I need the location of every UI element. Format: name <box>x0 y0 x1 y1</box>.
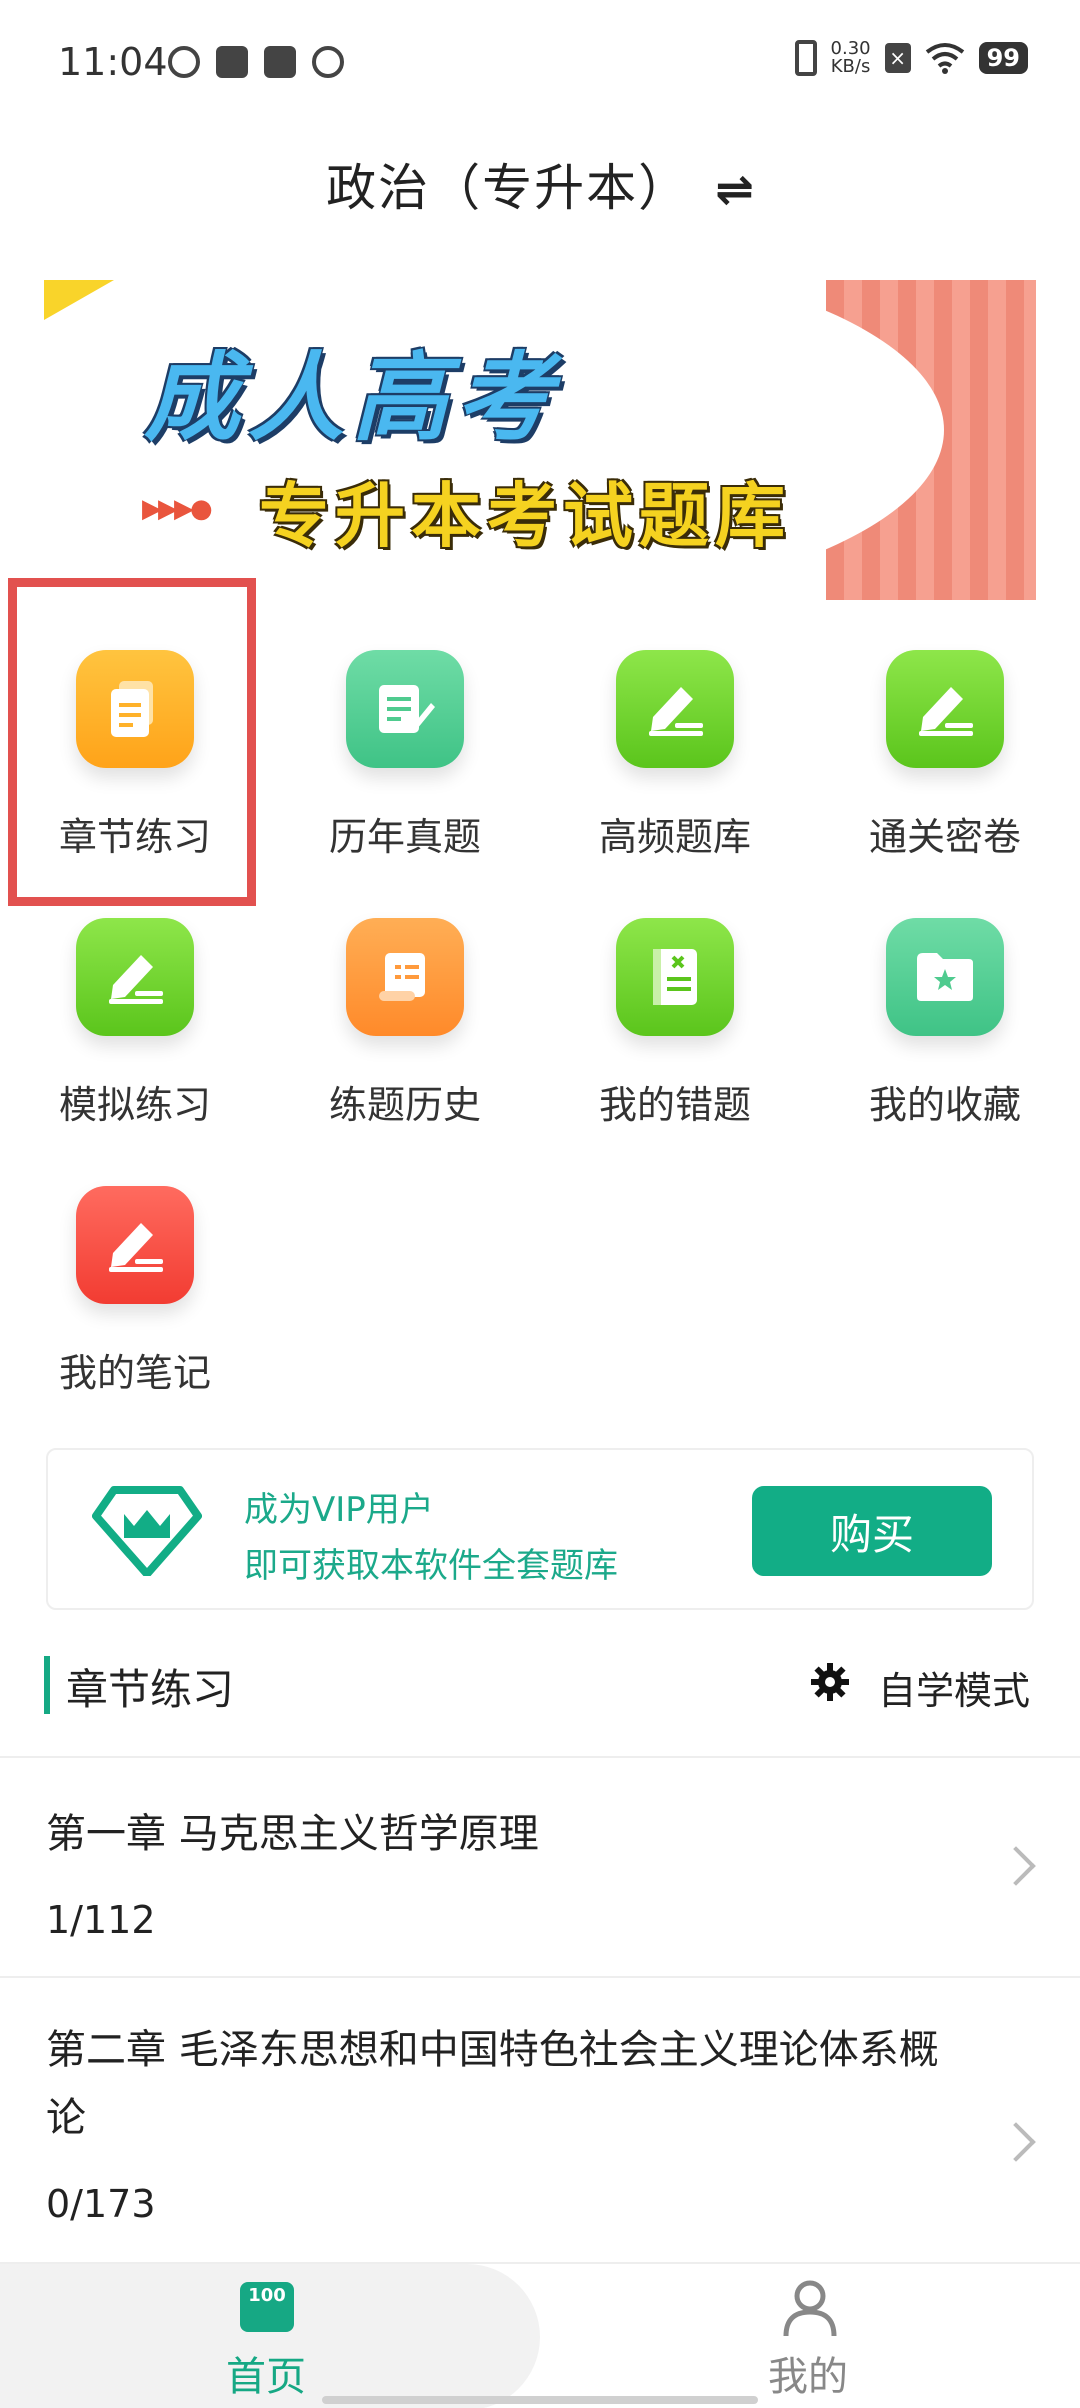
net-speed-unit: KB/s <box>830 56 871 77</box>
list-item[interactable]: 第二章 毛泽东思想和中国特色社会主义理论体系概论 0/173 <box>0 1978 1080 2262</box>
bottom-nav: 100 首页 我的 <box>0 2262 1080 2408</box>
nav-home-tab[interactable]: 100 首页 <box>0 2264 540 2408</box>
grid-item-notes[interactable]: 我的笔记 <box>0 1176 270 1436</box>
chevron-right-icon <box>996 1846 1036 1886</box>
chapter-title: 第二章 毛泽东思想和中国特色社会主义理论体系概论 <box>46 2027 939 2141</box>
star-folder-icon <box>886 918 1004 1036</box>
buy-button[interactable]: 购买 <box>752 1486 992 1576</box>
list-item[interactable]: 第一章 马克思主义哲学原理 1/112 <box>0 1758 1080 1976</box>
pencil-line-icon <box>76 1186 194 1304</box>
grid-item-high-frequency[interactable]: 高频题库 <box>540 640 810 900</box>
title-bar: 政治（专升本） ⇌ <box>0 148 1080 220</box>
net-speed: 0.30 KB/s <box>831 40 871 76</box>
notification-icons <box>168 46 344 78</box>
nav-home-label: 首页 <box>226 2354 306 2400</box>
app-icon <box>312 46 344 78</box>
grid-item-past-exams[interactable]: 历年真题 <box>270 640 540 900</box>
wechat-icon <box>216 46 248 78</box>
chapter-title: 第一章 马克思主义哲学原理 <box>46 1811 539 1857</box>
pencil-line-icon <box>76 918 194 1036</box>
scroll-icon <box>346 918 464 1036</box>
grid-label: 历年真题 <box>328 815 481 859</box>
home-icon: 100 <box>240 2282 294 2332</box>
nav-mine-label[interactable]: 我的 <box>768 2344 848 2402</box>
switch-subject-icon[interactable]: ⇌ <box>715 162 754 216</box>
battery-icon: 99 <box>978 42 1028 74</box>
grid-label: 练题历史 <box>328 1083 481 1127</box>
no-sim-icon: × <box>884 43 911 73</box>
chevron-right-icon <box>996 2122 1036 2162</box>
vip-crown-icon <box>92 1486 202 1576</box>
mail-icon <box>264 46 296 78</box>
grid-label: 我的笔记 <box>58 1351 211 1395</box>
page-title: 政治（专升本） <box>326 159 691 217</box>
notification-icon <box>168 46 200 78</box>
status-bar: 11:04 0.30 KB/s × 99 <box>0 0 1080 130</box>
grid-label: 模拟练习 <box>58 1083 211 1127</box>
vip-card: 成为VIP用户 即可获取本软件全套题库 购买 <box>46 1448 1034 1610</box>
grid-label: 高频题库 <box>598 815 751 859</box>
user-icon[interactable] <box>782 2278 838 2338</box>
vip-title: 成为VIP用户 <box>244 1490 434 1530</box>
section-title: 章节练习 <box>66 1665 235 1714</box>
wrong-book-icon <box>616 918 734 1036</box>
grid-item-history[interactable]: 练题历史 <box>270 908 540 1168</box>
grid-item-wrong-questions[interactable]: 我的错题 <box>540 908 810 1168</box>
grid-item-pass-papers[interactable]: 通关密卷 <box>810 640 1080 900</box>
study-mode-label[interactable]: 自学模式 <box>878 1660 1030 1715</box>
vip-description: 即可获取本软件全套题库 <box>244 1546 618 1586</box>
edit-note-icon <box>346 650 464 768</box>
banner-title: 成人高考 <box>144 342 560 454</box>
status-right: 0.30 KB/s × 99 <box>794 40 1028 76</box>
grid-label: 我的收藏 <box>868 1083 1021 1127</box>
grid-label: 通关密卷 <box>868 815 1021 859</box>
highlight-box <box>8 578 256 906</box>
wifi-icon <box>925 43 964 74</box>
chapter-progress: 1/112 <box>46 1898 156 1942</box>
pencil-line-icon <box>886 650 1004 768</box>
banner-arrows-icon: ▶▶▶● <box>142 494 213 524</box>
chapter-progress: 0/173 <box>46 2182 156 2226</box>
status-time: 11:04 <box>58 40 168 84</box>
vibrate-icon <box>794 40 817 76</box>
gear-icon[interactable] <box>810 1662 850 1702</box>
banner[interactable]: 成人高考 ▶▶▶● 专升本考试题库 <box>44 280 1036 600</box>
banner-corner-shape <box>44 280 114 320</box>
pencil-line-icon <box>616 650 734 768</box>
section-header: 章节练习 自学模式 <box>0 1640 1080 1750</box>
banner-subtitle: 专升本考试题库 <box>259 475 791 557</box>
grid-item-favorites[interactable]: 我的收藏 <box>810 908 1080 1168</box>
home-indicator <box>322 2396 758 2404</box>
section-accent-bar <box>44 1656 50 1714</box>
grid-item-mock-practice[interactable]: 模拟练习 <box>0 908 270 1168</box>
grid-label: 我的错题 <box>598 1083 751 1127</box>
